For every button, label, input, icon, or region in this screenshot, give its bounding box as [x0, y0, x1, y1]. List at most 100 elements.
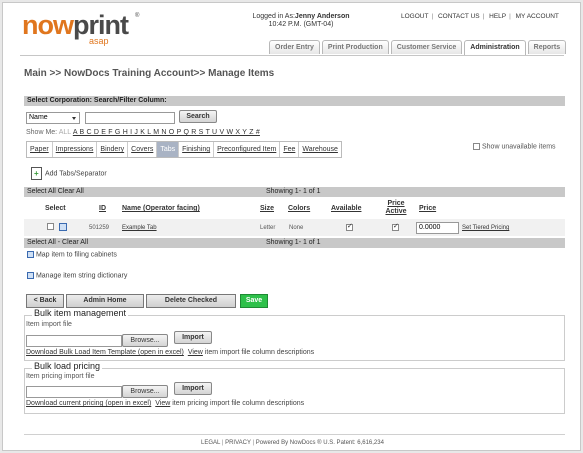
header-divider	[20, 55, 564, 56]
category-paper[interactable]: Paper	[27, 142, 53, 157]
item-view-rest: item import file column descriptions	[204, 349, 315, 356]
select-clear-all-bottom[interactable]: Select All - Clear All	[27, 239, 88, 246]
delete-checked-button[interactable]: Delete Checked	[146, 294, 236, 308]
my-account-link[interactable]: MY ACCOUNT	[516, 13, 559, 20]
item-import-file-input[interactable]	[26, 335, 122, 347]
item-import-file-label: Item import file	[26, 321, 72, 328]
row-colors: None	[289, 225, 304, 231]
manage-dictionary-link[interactable]: Manage item string dictionary	[27, 272, 127, 279]
row-size: Letter	[260, 225, 276, 231]
category-impressions[interactable]: Impressions	[53, 142, 98, 157]
category-preconfigured-item[interactable]: Preconfigured Item	[214, 142, 281, 157]
pricing-download-line: Download current pricing (open in excel)…	[26, 400, 304, 407]
category-bindery[interactable]: Bindery	[97, 142, 129, 157]
dictionary-icon	[27, 272, 34, 279]
search-button[interactable]: Search	[179, 110, 217, 123]
tab-reports[interactable]: Reports	[527, 40, 567, 54]
admin-home-button[interactable]: Admin Home	[66, 294, 144, 308]
add-document-icon	[31, 167, 42, 180]
pricing-browse-button[interactable]: Browse...	[122, 385, 168, 398]
chevron-down-icon	[72, 117, 76, 120]
col-price[interactable]: Price	[419, 205, 436, 213]
category-covers[interactable]: Covers	[128, 142, 158, 157]
item-import-button[interactable]: Import	[174, 331, 212, 344]
pricing-view-rest: item pricing import file column descript…	[172, 400, 305, 407]
grid-bottom-bar: Select All - Clear All Showing 1- 1 of 1	[24, 238, 565, 248]
login-user: Jenny Anderson	[294, 13, 350, 20]
show-all-link[interactable]: ALL	[59, 129, 71, 136]
col-name[interactable]: Name (Operator facing)	[122, 205, 200, 213]
download-item-template-link[interactable]: Download Bulk Load Item Template (open i…	[26, 349, 184, 356]
row-available-checkbox[interactable]	[346, 222, 353, 231]
show-unavailable-label: Show unavailable items	[482, 143, 556, 151]
row-id: 501259	[89, 225, 110, 231]
col-select: Select	[45, 205, 66, 212]
tab-print-production[interactable]: Print Production	[321, 40, 389, 54]
top-links: LOGOUT | CONTACT US | HELP | MY ACCOUNT	[401, 13, 559, 20]
manage-dict-label: Manage item string dictionary	[35, 272, 128, 280]
main-tabs: Order Entry Print Production Customer Se…	[269, 40, 567, 55]
pricing-import-button[interactable]: Import	[174, 382, 212, 395]
back-button[interactable]: < Back	[26, 294, 64, 308]
save-button[interactable]: Save	[240, 294, 268, 308]
logout-link[interactable]: LOGOUT	[401, 13, 428, 20]
category-tabs: Paper Impressions Bindery Covers Tabs Fi…	[26, 141, 342, 158]
powered-by-text: Powered By NowDocs ® U.S. Patent: 6,616,…	[255, 440, 384, 446]
show-unavailable-checkbox[interactable]	[473, 143, 480, 150]
help-link[interactable]: HELP	[489, 13, 506, 20]
map-icon	[27, 251, 34, 258]
footer-divider	[24, 434, 565, 435]
row-name-link[interactable]: Example Tab	[122, 225, 157, 231]
show-me-letters: Show Me: ALL A B C D E F G H I J K L M N…	[26, 129, 260, 136]
col-colors[interactable]: Colors	[288, 205, 310, 213]
category-warehouse[interactable]: Warehouse	[299, 142, 341, 157]
map-filing-cabinets-link[interactable]: Map item to filing cabinets	[27, 251, 117, 258]
column-select[interactable]: Name	[26, 112, 80, 124]
contact-us-link[interactable]: CONTACT US	[438, 13, 480, 20]
view-item-descriptions-link[interactable]: View	[188, 349, 203, 356]
showing-count-top: Showing 1- 1 of 1	[266, 188, 321, 195]
search-input[interactable]	[85, 112, 175, 124]
footer: LEGAL | PRIVACY | Powered By NowDocs ® U…	[201, 440, 384, 446]
map-filing-label: Map item to filing cabinets	[35, 251, 117, 259]
item-browse-button[interactable]: Browse...	[122, 334, 168, 347]
breadcrumb: Main >> NowDocs Training Account>> Manag…	[24, 68, 275, 79]
category-finishing[interactable]: Finishing	[179, 142, 215, 157]
category-tabs-selected[interactable]: Tabs	[157, 142, 180, 157]
row-price-active-checkbox[interactable]	[392, 222, 399, 231]
logo-asap: asap	[89, 36, 109, 46]
tab-administration[interactable]: Administration	[464, 40, 526, 55]
login-prefix: Logged in As:	[252, 13, 295, 20]
col-available[interactable]: Available	[331, 205, 361, 213]
tab-customer-service[interactable]: Customer Service	[390, 40, 463, 54]
col-id[interactable]: ID	[99, 205, 106, 213]
column-select-value: Name	[29, 114, 48, 121]
add-tabs-label: Add Tabs/Separator	[45, 170, 107, 178]
edit-item-icon[interactable]	[59, 223, 67, 231]
show-unavailable-toggle[interactable]: Show unavailable items	[473, 143, 556, 150]
nowprint-logo[interactable]: nowprint	[22, 10, 129, 40]
category-fee[interactable]: Fee	[280, 142, 300, 157]
row-select-checkbox[interactable]	[47, 223, 54, 230]
col-price-active[interactable]: Price Active	[381, 200, 411, 216]
showing-count-bottom: Showing 1- 1 of 1	[266, 239, 321, 246]
set-tiered-pricing-link[interactable]: Set Tiered Pricing	[462, 225, 509, 231]
filter-bar: Select Corporation: Search/Filter Column…	[24, 96, 565, 106]
row-price-input[interactable]: 0.0000	[416, 222, 459, 234]
bulk-item-legend: Bulk item management	[32, 308, 129, 318]
col-size[interactable]: Size	[260, 205, 274, 213]
tab-order-entry[interactable]: Order Entry	[269, 40, 320, 54]
letter-links[interactable]: A B C D E F G H I J K L M N O P Q R S T …	[73, 129, 260, 136]
pricing-import-file-label: Item pricing import file	[26, 373, 95, 380]
grid-top-bar: Select All Clear All Showing 1- 1 of 1	[24, 187, 565, 197]
add-tabs-button[interactable]: Add Tabs/Separator	[31, 167, 107, 180]
download-current-pricing-link[interactable]: Download current pricing (open in excel)	[26, 400, 151, 407]
item-download-line: Download Bulk Load Item Template (open i…	[26, 349, 314, 356]
view-pricing-descriptions-link[interactable]: View	[155, 400, 170, 407]
legal-link[interactable]: LEGAL	[201, 440, 220, 446]
select-clear-all-top[interactable]: Select All Clear All	[27, 188, 84, 195]
privacy-link[interactable]: PRIVACY	[225, 440, 251, 446]
login-time: 10:42 P.M. (GMT-04)	[268, 21, 334, 28]
pricing-import-file-input[interactable]	[26, 386, 122, 398]
logo-now: now	[22, 10, 74, 40]
